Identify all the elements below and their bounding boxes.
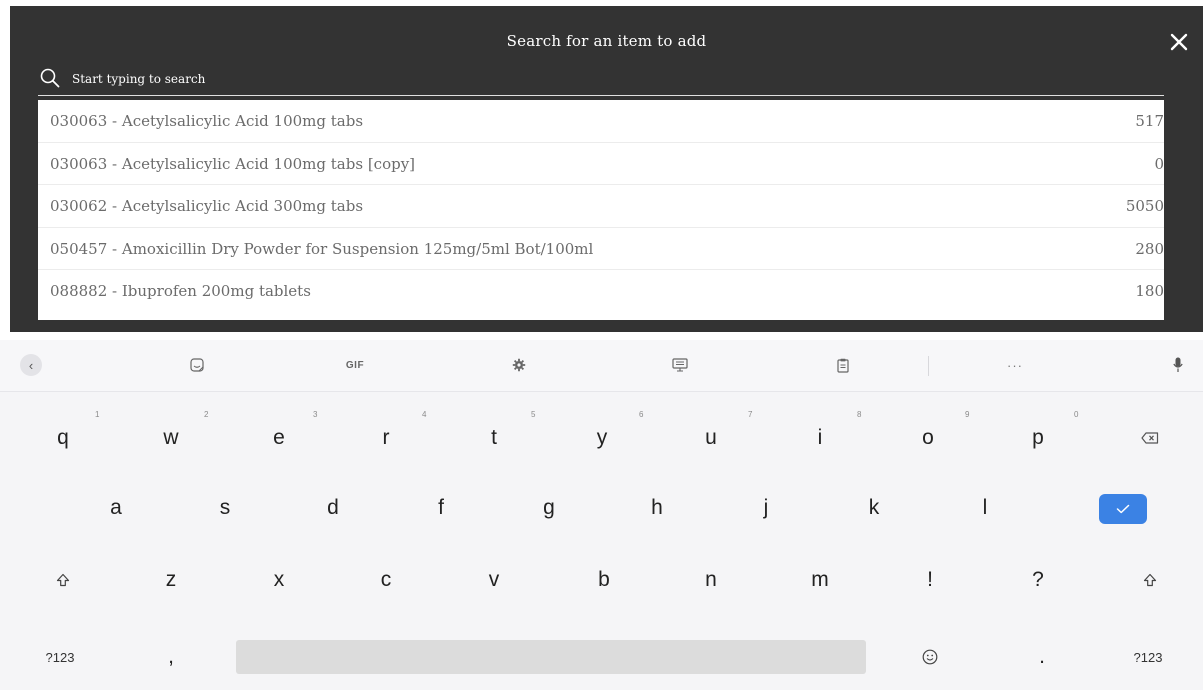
- search-bar: [38, 66, 1164, 96]
- close-icon: [1170, 33, 1188, 51]
- result-item[interactable]: 088882 - Ibuprofen 200mg tablets 180: [38, 270, 1164, 313]
- result-item-name: 030062 - Acetylsalicylic Acid 300mg tabs: [50, 197, 364, 215]
- shift-key-right[interactable]: [1130, 562, 1170, 598]
- clipboard-icon: [837, 358, 849, 373]
- key-j[interactable]: j: [746, 490, 786, 526]
- back-icon: ‹: [28, 357, 34, 373]
- sticker-icon: [190, 358, 204, 372]
- theme-button[interactable]: [669, 354, 691, 376]
- key-r[interactable]: r: [366, 420, 406, 456]
- result-item-quantity: 180: [1135, 282, 1164, 300]
- result-item-name: 050457 - Amoxicillin Dry Powder for Susp…: [50, 239, 594, 258]
- key-question[interactable]: ?: [1018, 562, 1058, 598]
- emoji-key[interactable]: [910, 640, 950, 674]
- gif-button[interactable]: GIF: [338, 354, 372, 376]
- backspace-key[interactable]: [1130, 420, 1170, 456]
- result-item[interactable]: 030063 - Acetylsalicylic Acid 100mg tabs…: [38, 143, 1164, 185]
- keyboard-back-button[interactable]: ‹: [20, 354, 42, 376]
- backspace-icon: [1141, 432, 1159, 444]
- spacebar[interactable]: [236, 640, 866, 674]
- key-k[interactable]: k: [854, 490, 894, 526]
- key-h[interactable]: h: [637, 490, 677, 526]
- key-hint-4: 4: [422, 410, 427, 419]
- key-hint-0: 0: [1074, 410, 1079, 419]
- toolbar-divider: [928, 356, 929, 376]
- result-item-quantity: 0: [1154, 154, 1164, 173]
- result-item-quantity: 517: [1135, 112, 1164, 130]
- modal-title: Search for an item to add: [506, 32, 707, 50]
- key-o[interactable]: o: [908, 420, 948, 456]
- symbols-key-left[interactable]: ?123: [30, 640, 90, 674]
- key-s[interactable]: s: [205, 490, 245, 526]
- key-m[interactable]: m: [800, 562, 840, 598]
- key-w[interactable]: w: [151, 420, 191, 456]
- result-item[interactable]: 030062 - Acetylsalicylic Acid 300mg tabs…: [38, 185, 1164, 228]
- shift-icon: [56, 573, 70, 587]
- search-icon: [40, 68, 60, 88]
- comma-key[interactable]: ,: [151, 640, 191, 674]
- key-hint-3: 3: [313, 410, 318, 419]
- key-d[interactable]: d: [313, 490, 353, 526]
- key-hint-7: 7: [748, 410, 753, 419]
- key-i[interactable]: i: [800, 420, 840, 456]
- key-c[interactable]: c: [366, 562, 406, 598]
- key-g[interactable]: g: [529, 490, 569, 526]
- key-hint-5: 5: [531, 410, 536, 419]
- key-n[interactable]: n: [691, 562, 731, 598]
- key-hint-8: 8: [857, 410, 862, 419]
- key-z[interactable]: z: [151, 562, 191, 598]
- settings-button[interactable]: [508, 354, 530, 376]
- key-p[interactable]: p: [1018, 420, 1058, 456]
- search-results-list: 030063 - Acetylsalicylic Acid 100mg tabs…: [38, 100, 1164, 320]
- emoji-icon: [922, 649, 938, 665]
- close-button[interactable]: [1167, 30, 1191, 54]
- clipboard-button[interactable]: [832, 354, 854, 376]
- voice-input-button[interactable]: [1168, 354, 1188, 376]
- key-f[interactable]: f: [421, 490, 461, 526]
- period-key[interactable]: .: [1022, 640, 1062, 674]
- key-hint-1: 1: [95, 410, 100, 419]
- microphone-icon: [1173, 357, 1183, 372]
- key-a[interactable]: a: [96, 490, 136, 526]
- theme-icon: [672, 358, 688, 372]
- key-hint-2: 2: [204, 410, 209, 419]
- checkmark-icon: [1116, 504, 1130, 514]
- key-q[interactable]: q: [43, 420, 83, 456]
- key-v[interactable]: v: [474, 562, 514, 598]
- key-u[interactable]: u: [691, 420, 731, 456]
- result-item-name: 030063 - Acetylsalicylic Acid 100mg tabs…: [50, 154, 416, 173]
- key-t[interactable]: t: [474, 420, 514, 456]
- key-e[interactable]: e: [259, 420, 299, 456]
- result-item-quantity: 5050: [1125, 197, 1164, 215]
- result-item[interactable]: 050457 - Amoxicillin Dry Powder for Susp…: [38, 228, 1164, 270]
- key-hint-6: 6: [639, 410, 644, 419]
- key-hint-9: 9: [965, 410, 970, 419]
- on-screen-keyboard: ‹ GIF ··· q w e r t y u i o p 1 2 3 4 5 …: [0, 340, 1203, 690]
- key-b[interactable]: b: [584, 562, 624, 598]
- key-x[interactable]: x: [259, 562, 299, 598]
- keyboard-toolbar: ‹ GIF ···: [0, 340, 1203, 392]
- key-exclamation[interactable]: !: [910, 562, 950, 598]
- result-item-name: 088882 - Ibuprofen 200mg tablets: [50, 282, 311, 300]
- key-l[interactable]: l: [965, 490, 1005, 526]
- shift-icon: [1143, 573, 1157, 587]
- result-item[interactable]: 030063 - Acetylsalicylic Acid 100mg tabs…: [38, 100, 1164, 143]
- sticker-button[interactable]: [186, 354, 208, 376]
- symbols-key-right[interactable]: ?123: [1118, 640, 1178, 674]
- key-y[interactable]: y: [582, 420, 622, 456]
- enter-key[interactable]: [1099, 494, 1147, 524]
- more-options-button[interactable]: ···: [1002, 354, 1028, 376]
- search-input[interactable]: [72, 68, 1152, 90]
- search-modal: Search for an item to add 030063 - Acety…: [10, 6, 1203, 332]
- settings-icon: [512, 358, 526, 372]
- result-item-name: 030063 - Acetylsalicylic Acid 100mg tabs: [50, 112, 364, 130]
- shift-key-left[interactable]: [43, 562, 83, 598]
- result-item-quantity: 280: [1135, 239, 1164, 258]
